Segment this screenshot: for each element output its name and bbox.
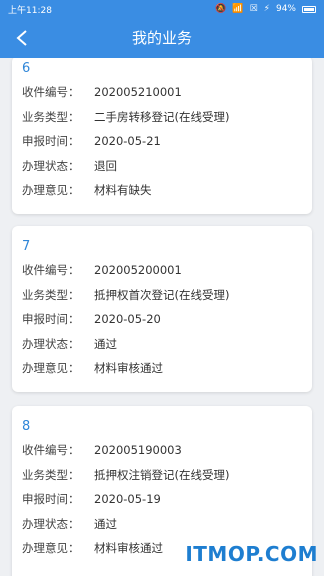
row-label: 办理状态： [22,158,80,173]
wifi-icon: 📶 [232,3,244,14]
record-row-receipt-no: 收件编号： 202005210001 [22,80,302,105]
row-label: 业务类型： [22,109,80,124]
record-index: 6 [22,61,31,76]
row-value: 202005210001 [94,85,182,99]
row-value: 通过 [94,336,117,351]
row-value: 二手房转移登记(在线受理) [94,109,230,124]
record-row-receipt-no: 收件编号： 202005190003 [22,438,302,463]
record-row-submit-time: 申报时间： 2020-05-21 [22,129,302,154]
row-value: 2020-05-19 [94,492,161,506]
row-label: 收件编号： [22,443,80,457]
record-row-business-type: 业务类型： 二手房转移登记(在线受理) [22,105,302,130]
battery-icon [302,5,316,13]
record-index: 7 [22,239,31,254]
record-row-submit-time: 申报时间： 2020-05-20 [22,307,302,332]
row-label: 业务类型： [22,467,80,482]
row-value: 202005200001 [94,263,182,277]
record-row-receipt-no: 收件编号： 202005200001 [22,258,302,283]
status-bar: 上午11:28 🔕 📶 ☒ ⚡ 94% [0,0,324,18]
watermark-logo: ITMOP.COM [185,542,318,566]
row-label: 办理状态： [22,336,80,351]
row-label: 申报时间： [22,312,80,326]
record-row-business-type: 业务类型： 抵押权注销登记(在线受理) [22,463,302,488]
row-value: 抵押权注销登记(在线受理) [94,467,230,482]
row-value: 2020-05-21 [94,134,161,148]
row-value: 材料有缺失 [94,183,152,197]
row-value: 材料审核通过 [94,541,163,555]
record-row-opinion: 办理意见： 材料有缺失 [22,178,302,203]
record-row-status: 办理状态： 退回 [22,154,302,179]
nav-bar: 我的业务 [0,18,324,58]
row-label: 办理意见： [22,361,80,375]
row-value: 退回 [94,158,117,173]
record-row-status: 办理状态： 通过 [22,512,302,537]
record-list: 6 收件编号： 202005210001 业务类型： 二手房转移登记(在线受理)… [0,58,324,576]
record-index: 8 [22,419,31,434]
battery-percent: 94% [275,4,296,14]
row-value: 202005190003 [94,443,182,457]
row-label: 办理意见： [22,183,80,197]
row-label: 收件编号： [22,263,80,277]
page-title: 我的业务 [131,29,192,47]
row-label: 办理意见： [22,541,80,555]
row-label: 办理状态： [22,516,80,531]
record-row-business-type: 业务类型： 抵押权首次登记(在线受理) [22,283,302,308]
row-label: 业务类型： [22,287,80,302]
mute-icon: 🔕 [215,3,227,14]
record-row-submit-time: 申报时间： 2020-05-19 [22,487,302,512]
row-value: 2020-05-20 [94,312,161,326]
row-label: 申报时间： [22,492,80,506]
charging-icon: ⚡ [263,3,270,14]
row-value: 通过 [94,516,117,531]
record-card[interactable]: 6 收件编号： 202005210001 业务类型： 二手房转移登记(在线受理)… [12,58,312,214]
sim-icon: ☒ [249,3,258,14]
row-value: 材料审核通过 [94,361,163,375]
record-card[interactable]: 7 收件编号： 202005200001 业务类型： 抵押权首次登记(在线受理)… [12,226,312,392]
record-row-status: 办理状态： 通过 [22,332,302,357]
record-row-opinion: 办理意见： 材料审核通过 [22,356,302,381]
row-value: 抵押权首次登记(在线受理) [94,287,230,302]
status-icons: 🔕 📶 ☒ ⚡ 94% [215,4,316,14]
row-label: 申报时间： [22,134,80,148]
status-time: 上午11:28 [8,5,52,16]
row-label: 收件编号： [22,85,80,99]
